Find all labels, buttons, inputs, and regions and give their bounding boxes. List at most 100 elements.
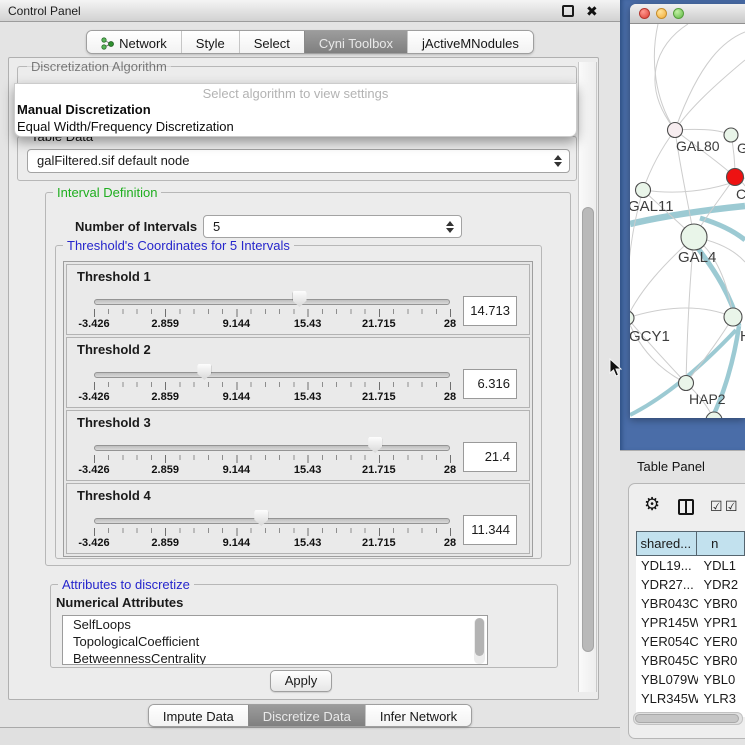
slider-track[interactable] xyxy=(94,445,450,451)
table-horizontal-scrollbar[interactable] xyxy=(633,712,743,725)
scale-tick-label: -3.426 xyxy=(78,318,109,330)
table-panel-title: Table Panel xyxy=(637,459,705,474)
network-node[interactable] xyxy=(636,183,651,198)
slider-scale-labels: -3.426 2.859 9.144 15.43 21.715 28 xyxy=(94,464,450,477)
network-node[interactable] xyxy=(668,123,683,138)
column-header-name[interactable]: n xyxy=(697,531,745,556)
tab-label: Select xyxy=(254,36,290,51)
table-row[interactable]: YBL079W YBL0 xyxy=(636,670,745,689)
table-row[interactable]: YBR043C YBR0 xyxy=(636,594,745,613)
scale-tick-label: 15.43 xyxy=(294,464,322,476)
network-node[interactable] xyxy=(727,169,744,186)
threshold-value-field[interactable]: 14.713 xyxy=(463,296,517,326)
scrollbar-thumb[interactable] xyxy=(635,714,739,723)
tab-select[interactable]: Select xyxy=(239,31,304,54)
tab-impute-data[interactable]: Impute Data xyxy=(149,705,248,727)
zoom-traffic-light[interactable] xyxy=(673,8,684,19)
combobox-value: 5 xyxy=(213,219,220,234)
attribute-list-item[interactable]: TopologicalCoefficient xyxy=(63,633,487,650)
threshold-label: Threshold 4 xyxy=(77,488,151,503)
tab-discretize-data[interactable]: Discretize Data xyxy=(248,705,365,727)
attribute-list-item[interactable]: BetweennessCentrality xyxy=(63,650,487,665)
bottom-tab-bar: Impute Data Discretize Data Infer Networ… xyxy=(0,704,620,727)
gear-icon[interactable]: ⚙ xyxy=(644,495,660,513)
name-cell: YLR3 xyxy=(698,689,745,708)
table-row[interactable]: YDR27... YDR2 xyxy=(636,575,745,594)
tab-network[interactable]: Network xyxy=(87,31,181,54)
scrollbar-thumb[interactable] xyxy=(475,618,484,656)
discretization-algorithm-title: Discretization Algorithm xyxy=(27,59,171,74)
tab-label: Cyni Toolbox xyxy=(319,36,393,51)
apply-button[interactable]: Apply xyxy=(270,670,332,692)
numerical-attributes-list: SelfLoopsTopologicalCoefficientBetweenne… xyxy=(62,615,488,665)
name-cell: YPR1 xyxy=(698,613,745,632)
combobox-stepper-icon xyxy=(446,216,454,237)
checkbox-icon[interactable]: ☑ xyxy=(710,498,723,514)
control-panel: Control Panel ✖ Network Style Select Cyn… xyxy=(0,0,620,728)
network-node[interactable] xyxy=(724,128,738,142)
tab-cyni-toolbox[interactable]: Cyni Toolbox xyxy=(304,31,407,54)
close-traffic-light[interactable] xyxy=(639,8,650,19)
scrollbar-thumb[interactable] xyxy=(582,207,594,652)
dropdown-option-manual[interactable]: Manual Discretization xyxy=(15,101,576,118)
close-icon[interactable]: ✖ xyxy=(586,1,598,21)
name-cell: YBR0 xyxy=(698,651,745,670)
network-node[interactable] xyxy=(724,308,742,326)
scale-tick-label: 9.144 xyxy=(223,537,251,549)
column-header-shared-name[interactable]: shared... xyxy=(636,531,697,556)
number-of-intervals-combobox[interactable]: 5 xyxy=(203,215,462,238)
table-data-combobox[interactable]: galFiltered.sif default node xyxy=(27,149,570,173)
float-window-icon[interactable] xyxy=(562,5,574,17)
split-columns-icon[interactable] xyxy=(678,499,694,515)
network-node[interactable] xyxy=(706,412,722,418)
table-row[interactable]: YBR045C YBR0 xyxy=(636,651,745,670)
scale-tick-label: 15.43 xyxy=(294,391,322,403)
threshold-value-field[interactable]: 11.344 xyxy=(463,515,517,545)
scale-tick-label: -3.426 xyxy=(78,391,109,403)
attributes-items: SelfLoopsTopologicalCoefficientBetweenne… xyxy=(63,616,487,665)
main-scrollbar[interactable] xyxy=(578,62,597,692)
slider-major-ticks xyxy=(94,382,451,390)
dropdown-option-equal-width[interactable]: Equal Width/Frequency Discretization xyxy=(15,118,576,135)
table-row[interactable]: YDL19... YDL1 xyxy=(636,556,745,575)
scale-tick-label: 2.859 xyxy=(151,464,179,476)
node-label: H xyxy=(740,328,745,345)
node-label: GA xyxy=(737,140,745,156)
tab-infer-network[interactable]: Infer Network xyxy=(365,705,471,727)
threshold-panel: Threshold 4 -3.426 2.859 9.144 15.43 21.… xyxy=(66,483,530,554)
network-node[interactable] xyxy=(679,376,694,391)
slider-track[interactable] xyxy=(94,372,450,378)
network-window-titlebar xyxy=(630,4,745,24)
threshold-label: Threshold 2 xyxy=(77,342,151,357)
shared-name-cell: YER054C xyxy=(636,632,698,651)
slider-track[interactable] xyxy=(94,518,450,524)
thresholds-group-title: Threshold's Coordinates for 5 Intervals xyxy=(63,238,294,253)
tab-label: Network xyxy=(119,36,167,51)
attribute-list-item[interactable]: SelfLoops xyxy=(63,616,487,633)
threshold-value-field[interactable]: 21.4 xyxy=(463,442,517,472)
name-cell: YER0 xyxy=(698,632,745,651)
slider-major-ticks xyxy=(94,528,451,536)
minimize-traffic-light[interactable] xyxy=(656,8,667,19)
table-row[interactable]: YLR345W YLR3 xyxy=(636,689,745,708)
node-label: GAL11 xyxy=(630,198,674,215)
network-canvas[interactable]: GAL80GACGAL11GAL4GCY1HHAP2 xyxy=(630,24,745,418)
network-node[interactable] xyxy=(681,224,707,250)
scale-tick-label: -3.426 xyxy=(78,464,109,476)
scale-tick-label: 2.859 xyxy=(151,318,179,330)
combobox-value: galFiltered.sif default node xyxy=(37,153,189,168)
attributes-scrollbar[interactable] xyxy=(474,618,485,664)
control-panel-titlebar: Control Panel ✖ xyxy=(0,0,620,22)
tab-jactivemnodules[interactable]: jActiveMNodules xyxy=(407,31,533,54)
slider-track[interactable] xyxy=(94,299,450,305)
dropdown-prompt: Select algorithm to view settings xyxy=(15,84,576,101)
mouse-cursor xyxy=(609,358,622,377)
tab-style[interactable]: Style xyxy=(181,31,239,54)
table-row[interactable]: YPR145W YPR1 xyxy=(636,613,745,632)
table-row[interactable]: YER054C YER0 xyxy=(636,632,745,651)
checkbox-icon[interactable]: ☑ xyxy=(725,498,738,514)
threshold-value-field[interactable]: 6.316 xyxy=(463,369,517,399)
scale-tick-label: 2.859 xyxy=(151,391,179,403)
network-node[interactable] xyxy=(630,311,634,325)
slider-scale-labels: -3.426 2.859 9.144 15.43 21.715 28 xyxy=(94,391,450,404)
